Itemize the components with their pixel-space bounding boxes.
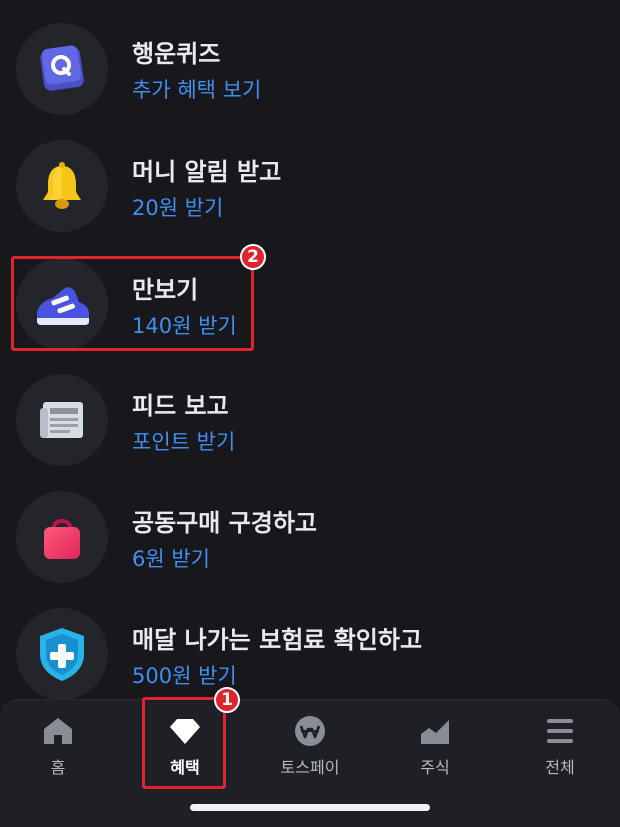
highlight-box-benefits-tab: [142, 697, 226, 789]
tab-tosspay[interactable]: 토스페이: [260, 710, 360, 782]
tab-label: 토스페이: [280, 758, 340, 777]
item-subtitle: 추가 혜택 보기: [132, 78, 262, 102]
list-item-group-buy[interactable]: 공동구매 구경하고 6원 받기: [0, 481, 620, 591]
menu-icon: [547, 719, 573, 743]
item-title: 공동구매 구경하고: [132, 509, 317, 537]
home-indicator[interactable]: [190, 804, 430, 811]
tab-label: 전체: [545, 758, 575, 777]
home-icon: [44, 718, 72, 744]
won-coin-icon: [295, 716, 325, 746]
annotation-badge-2: 2: [240, 244, 266, 270]
item-title: 행운퀴즈: [132, 40, 221, 68]
list-item-feed[interactable]: 피드 보고 포인트 받기: [0, 364, 620, 474]
highlight-box-pedometer: [11, 256, 254, 351]
tab-stocks[interactable]: 주식: [385, 710, 485, 782]
item-title: 머니 알림 받고: [132, 158, 282, 186]
list-item-money-alert[interactable]: 머니 알림 받고 20원 받기: [0, 130, 620, 240]
chart-icon: [421, 720, 449, 744]
item-subtitle: 500원 받기: [132, 664, 237, 688]
shopping-bag-icon: [16, 491, 108, 583]
shield-plus-icon: [16, 608, 108, 700]
list-item-insurance[interactable]: 매달 나가는 보험료 확인하고 500원 받기: [0, 598, 620, 708]
item-subtitle: 포인트 받기: [132, 430, 236, 454]
item-title: 매달 나가는 보험료 확인하고: [132, 626, 423, 654]
item-subtitle: 6원 받기: [132, 547, 210, 571]
tab-label: 주식: [420, 758, 450, 777]
quiz-q-icon: [16, 23, 108, 115]
item-subtitle: 20원 받기: [132, 196, 224, 220]
bell-icon: [16, 140, 108, 232]
annotation-badge-1: 1: [214, 687, 240, 713]
tab-label: 홈: [50, 758, 66, 777]
tab-home[interactable]: 홈: [8, 710, 108, 782]
tab-all[interactable]: 전체: [510, 710, 610, 782]
list-item-lucky-quiz[interactable]: 행운퀴즈 추가 혜택 보기: [0, 12, 620, 122]
newspaper-icon: [16, 374, 108, 466]
item-title: 피드 보고: [132, 392, 229, 420]
